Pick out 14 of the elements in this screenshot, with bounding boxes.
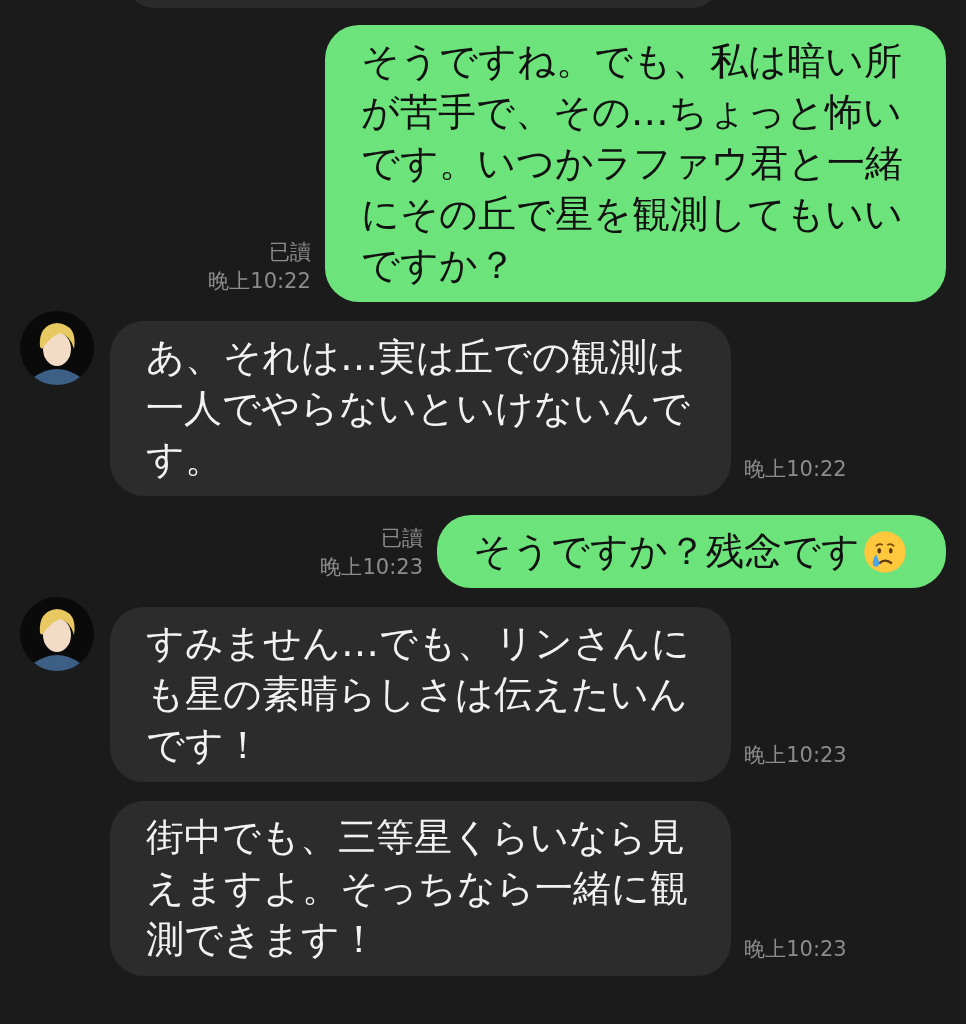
message-time: 晚上10:23 <box>320 554 423 581</box>
message-time: 晚上10:22 <box>208 268 311 295</box>
avatar[interactable] <box>20 311 94 385</box>
message-text: あ、それは…実は丘での観測は一人でやらないといけないんです。 <box>146 334 691 483</box>
read-receipt: 已讀 <box>381 525 423 552</box>
message-time: 晚上10:23 <box>744 742 847 769</box>
message-text: 街中でも、三等星くらいなら見えますよ。そっちなら一緒に観測できます！ <box>146 814 689 963</box>
read-receipt: 已讀 <box>268 239 311 266</box>
message-time: 晚上10:22 <box>744 456 847 483</box>
message-time: 晚上10:23 <box>744 936 847 963</box>
message-text: すみません…でも、リンさんにも星の素晴らしさは伝えたいんです！ <box>146 620 691 769</box>
avatar[interactable] <box>20 597 94 671</box>
message-text: そうですね。でも、私は暗い所が苦手で、その…ちょっと怖いです。いつかラファウ君と一緒にその丘で星を観測してもいいですか？ <box>360 38 904 289</box>
message-text: そうですか？残念です <box>473 528 860 575</box>
